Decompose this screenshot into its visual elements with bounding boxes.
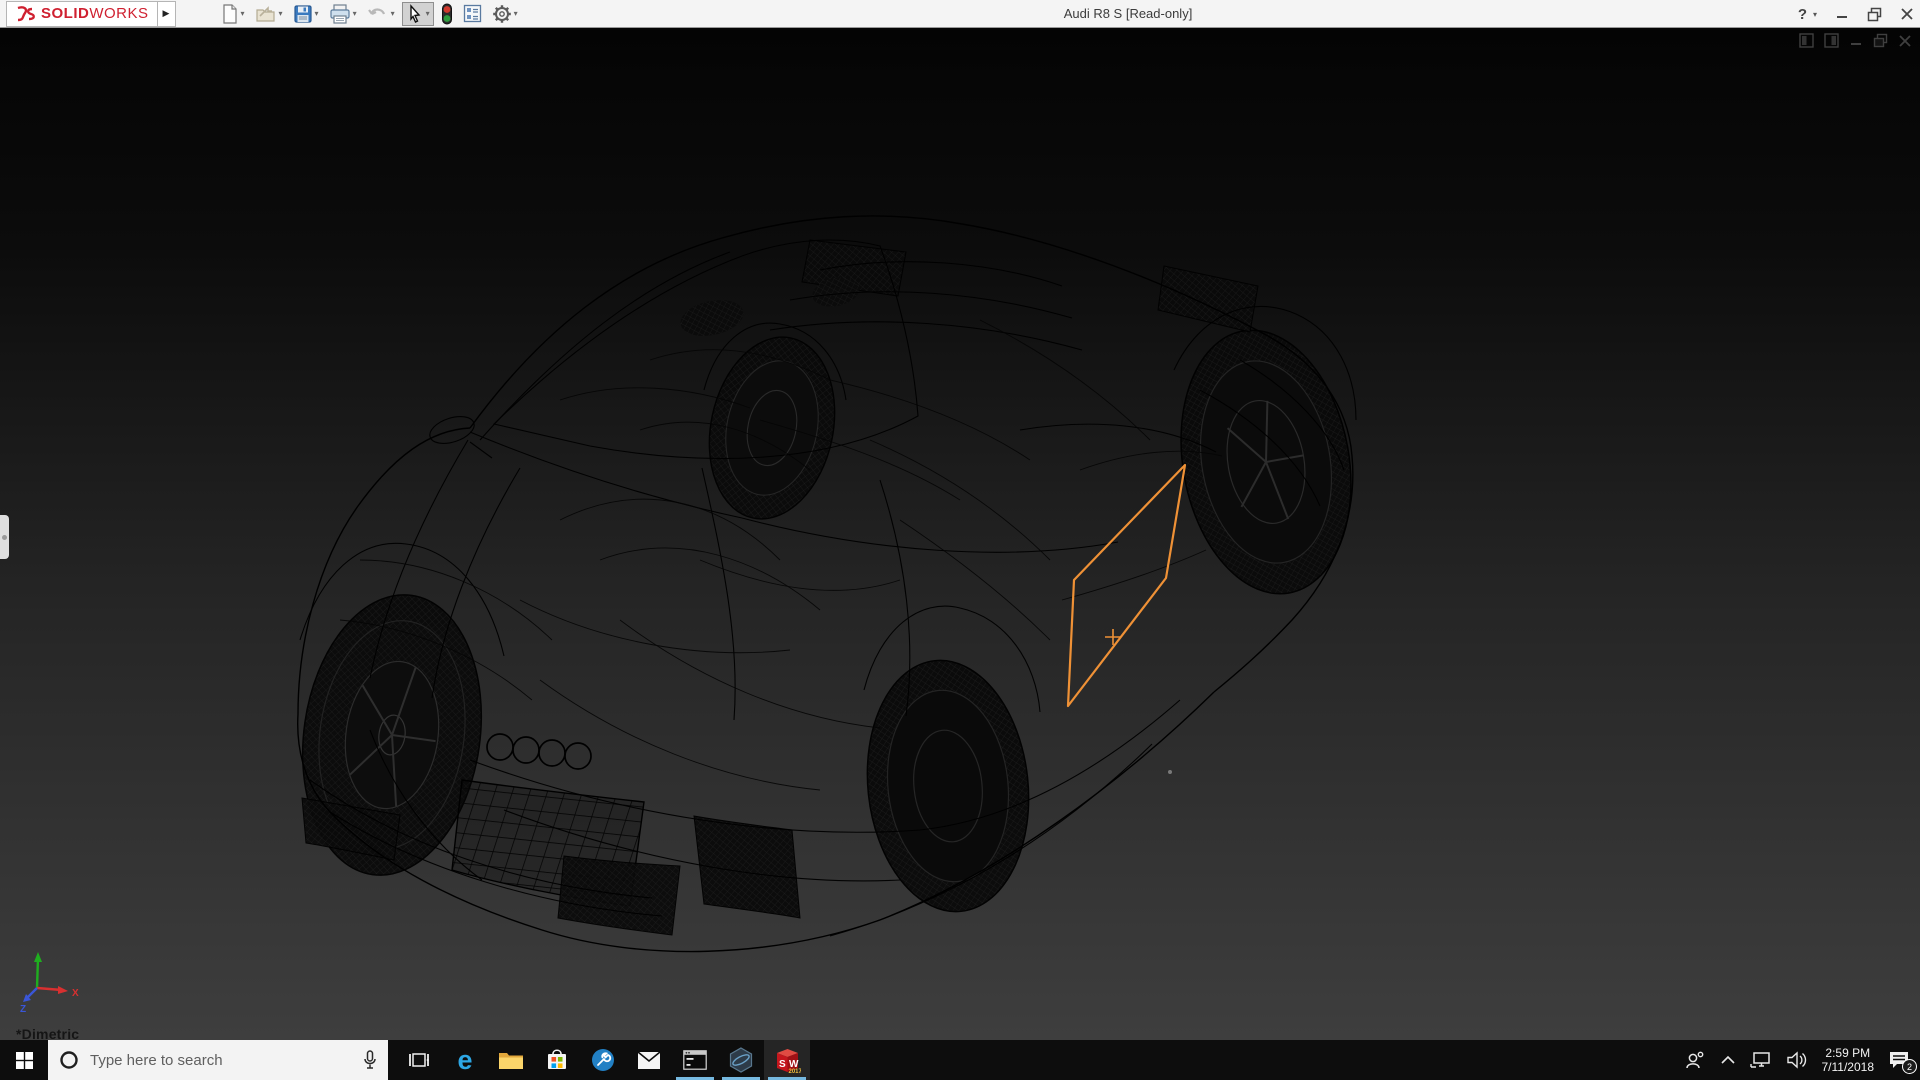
menu-flyout-button[interactable]: ▶ xyxy=(157,0,176,27)
properties-list-icon xyxy=(463,4,481,23)
solidworks-taskbar-button[interactable]: S W 2017 xyxy=(764,1040,810,1080)
app-titlebar: SOLIDWORKS ▶ ▾ ▾ ▾ ▾ ▾ ▾ ▾ Audi R8 S [Re… xyxy=(0,0,1920,28)
edrawings-button[interactable] xyxy=(718,1040,764,1080)
doc-minimize-button[interactable] xyxy=(1849,33,1863,48)
command-prompt-icon xyxy=(683,1050,707,1070)
doc-close-button[interactable] xyxy=(1898,33,1912,48)
main-toolbar: ▾ ▾ ▾ ▾ ▾ ▾ ▾ xyxy=(216,0,523,28)
window-controls: ? ▾ xyxy=(1798,0,1914,28)
hexagon-app-icon xyxy=(729,1047,753,1073)
solidworks-logo[interactable]: SOLIDWORKS xyxy=(6,0,158,27)
print-button[interactable]: ▾ xyxy=(326,2,360,26)
task-view-button[interactable] xyxy=(396,1040,442,1080)
wheel-front-right[interactable] xyxy=(855,652,1040,919)
audi-rings xyxy=(486,733,592,770)
wheel-rear-right[interactable] xyxy=(1161,317,1371,608)
view-orientation-label: *Dimetric xyxy=(16,1026,80,1040)
undo-dropdown-caret[interactable]: ▾ xyxy=(391,9,395,18)
store-icon xyxy=(548,1049,566,1069)
store-button[interactable] xyxy=(534,1040,580,1080)
display-settings-button[interactable] xyxy=(460,2,485,26)
help-dropdown-caret[interactable]: ▾ xyxy=(1813,10,1817,19)
options-button[interactable]: ▾ xyxy=(489,2,521,26)
wrench-circle-icon xyxy=(592,1049,614,1071)
edge-button[interactable]: e xyxy=(442,1040,488,1080)
system-tray: 2:59 PM 7/11/2018 2 xyxy=(1684,1040,1920,1080)
clock-time: 2:59 PM xyxy=(1825,1046,1871,1060)
print-dropdown-caret[interactable]: ▾ xyxy=(353,9,357,18)
task-view-icon xyxy=(409,1053,429,1067)
help-button[interactable]: ? xyxy=(1798,6,1807,23)
svg-text:S: S xyxy=(779,1059,786,1070)
open-dropdown-caret[interactable]: ▾ xyxy=(279,9,283,18)
save-button[interactable]: ▾ xyxy=(290,2,322,26)
selection-filter-button[interactable] xyxy=(438,2,456,26)
notification-badge: 2 xyxy=(1902,1059,1917,1074)
volume-icon[interactable] xyxy=(1786,1051,1808,1069)
graphics-viewport[interactable]: X Z *Dimetric xyxy=(0,28,1920,1040)
stray-vertex-point xyxy=(1168,770,1172,774)
taskbar-icons: e S W 2017 xyxy=(396,1040,810,1080)
people-icon[interactable] xyxy=(1684,1050,1706,1070)
taskbar-search[interactable] xyxy=(48,1040,388,1080)
network-icon[interactable] xyxy=(1749,1051,1772,1069)
options-dropdown-caret[interactable]: ▾ xyxy=(514,9,518,18)
new-dropdown-caret[interactable]: ▾ xyxy=(241,9,245,18)
panel-tab-dot xyxy=(2,534,7,540)
gear-icon xyxy=(492,4,511,23)
restore-button[interactable] xyxy=(1867,7,1882,22)
ds-logo-icon xyxy=(17,5,35,21)
new-document-button[interactable]: ▾ xyxy=(218,2,248,26)
select-tool-button[interactable]: ▾ xyxy=(401,1,434,26)
solidworks-app-icon: S W 2017 xyxy=(776,1048,801,1074)
pane-right-icon[interactable] xyxy=(1824,33,1839,48)
selected-face-highlight[interactable] xyxy=(1066,463,1187,708)
select-cursor-icon xyxy=(409,3,421,23)
clock-date: 7/11/2018 xyxy=(1821,1060,1875,1074)
search-input[interactable] xyxy=(90,1051,362,1069)
svg-text:2017: 2017 xyxy=(788,1069,801,1074)
minimize-button[interactable] xyxy=(1835,7,1849,21)
window-title: Audi R8 S [Read-only] xyxy=(1063,6,1193,21)
windows-taskbar: e xyxy=(0,1040,1920,1080)
orientation-triad: X Z xyxy=(20,952,79,1015)
triad-z-label: Z xyxy=(20,1004,26,1015)
select-dropdown-caret[interactable]: ▾ xyxy=(426,9,430,18)
pane-left-icon[interactable] xyxy=(1799,33,1814,48)
traffic-light-icon xyxy=(441,3,452,24)
solidworks-wordmark: SOLIDWORKS xyxy=(41,5,149,22)
sketch-point-cross xyxy=(1105,629,1121,645)
document-window-controls xyxy=(1799,33,1912,48)
cortana-icon xyxy=(60,1051,78,1069)
support-tool-button[interactable] xyxy=(580,1040,626,1080)
print-icon xyxy=(329,3,350,24)
save-icon xyxy=(293,4,312,23)
open-button[interactable]: ▾ xyxy=(252,2,286,26)
microphone-icon[interactable] xyxy=(362,1049,378,1071)
undo-icon xyxy=(367,7,385,15)
close-button[interactable] xyxy=(1900,7,1914,21)
car-wireframe-model[interactable]: X Z xyxy=(0,28,1920,1040)
triad-x-label: X xyxy=(72,988,79,999)
start-button[interactable] xyxy=(0,1040,48,1080)
file-explorer-button[interactable] xyxy=(488,1040,534,1080)
mail-icon xyxy=(637,1050,661,1069)
mail-button[interactable] xyxy=(626,1040,672,1080)
doc-restore-button[interactable] xyxy=(1873,33,1888,48)
file-explorer-icon xyxy=(499,1053,523,1069)
windows-logo-icon xyxy=(15,1051,33,1069)
taskbar-clock[interactable]: 2:59 PM 7/11/2018 xyxy=(1822,1046,1875,1074)
open-folder-icon xyxy=(255,5,275,22)
hidden-icons-chevron[interactable] xyxy=(1720,1054,1736,1066)
edge-icon: e xyxy=(457,1044,473,1075)
save-dropdown-caret[interactable]: ▾ xyxy=(315,9,319,18)
undo-button[interactable]: ▾ xyxy=(364,2,398,26)
wheel-rear-left[interactable] xyxy=(693,325,851,530)
new-document-icon xyxy=(222,3,237,24)
action-center-button[interactable]: 2 xyxy=(1888,1050,1917,1074)
command-prompt-button[interactable] xyxy=(672,1040,718,1080)
feature-manager-collapsed-tab[interactable] xyxy=(0,515,9,559)
